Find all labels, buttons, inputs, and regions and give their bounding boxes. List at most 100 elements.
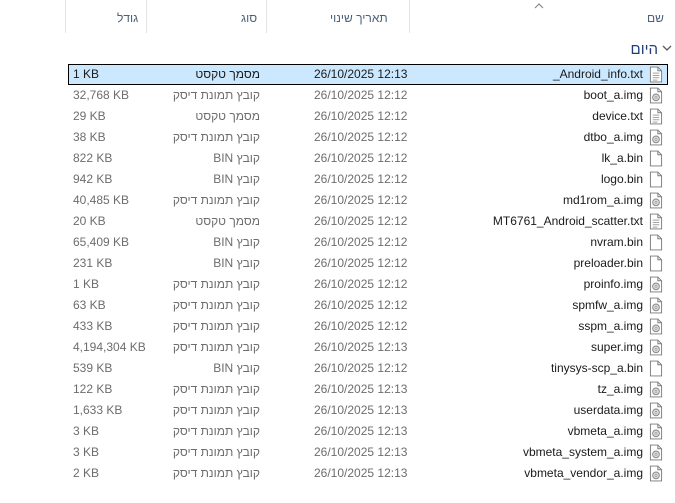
blank-file-icon <box>649 234 663 251</box>
column-header-date[interactable]: תאריך שינוי <box>330 0 388 33</box>
file-size: 822 KB <box>73 151 113 165</box>
file-name: preloader.bin <box>573 256 643 270</box>
file-date-modified: 26/10/2025 12:12 <box>314 88 408 102</box>
file-name: dtbo_a.img <box>583 130 643 144</box>
file-size: 433 KB <box>73 319 113 333</box>
file-date-modified: 26/10/2025 12:12 <box>314 109 408 123</box>
file-row[interactable]: 32,768 KB קובץ תמונת דיסק 26/10/2025 12:12… <box>68 85 668 106</box>
file-row[interactable]: 1 KB מסמך טקסט 26/10/2025 12:13 _Android_in… <box>68 64 668 85</box>
column-divider[interactable] <box>146 0 147 33</box>
file-size: 20 KB <box>73 214 106 228</box>
file-type: קובץ תמונת דיסק <box>172 88 260 102</box>
file-size: 122 KB <box>73 382 113 396</box>
file-date-modified: 26/10/2025 12:13 <box>314 445 408 459</box>
file-size: 3 KB <box>73 424 100 438</box>
file-date-modified: 26/10/2025 12:12 <box>314 235 408 249</box>
file-type: קובץ BIN <box>213 235 260 249</box>
file-date-modified: 26/10/2025 12:12 <box>314 319 408 333</box>
column-header-type[interactable]: סוג <box>241 0 257 33</box>
file-date-modified: 26/10/2025 12:13 <box>314 340 408 354</box>
file-type: קובץ תמונת דיסק <box>172 193 260 207</box>
file-row[interactable]: 63 KB קובץ תמונת דיסק 26/10/2025 12:12 spmf… <box>68 295 668 316</box>
column-divider[interactable] <box>409 0 410 33</box>
file-size: 3 KB <box>73 445 100 459</box>
file-row[interactable]: 65,409 KB קובץ BIN 26/10/2025 12:12 nvram.b… <box>68 232 668 253</box>
file-date-modified: 26/10/2025 12:12 <box>314 361 408 375</box>
disk-image-icon <box>649 276 663 293</box>
file-row[interactable]: 40,485 KB קובץ תמונת דיסק 26/10/2025 12:12… <box>68 190 668 211</box>
file-row[interactable]: 122 KB קובץ תמונת דיסק 26/10/2025 12:13 tz_… <box>68 379 668 400</box>
file-type: קובץ BIN <box>213 151 260 165</box>
file-name: super.img <box>590 340 643 354</box>
blank-file-icon <box>649 255 663 272</box>
file-name: lk_a.bin <box>601 151 643 165</box>
file-name: nvram.bin <box>590 235 643 249</box>
file-row[interactable]: 4,194,304 KB קובץ תמונת דיסק 26/10/2025 12… <box>68 337 668 358</box>
file-date-modified: 26/10/2025 12:12 <box>314 214 408 228</box>
file-size: 1 KB <box>73 67 100 81</box>
file-name: tz_a.img <box>597 382 643 396</box>
file-size: 65,409 KB <box>73 235 130 249</box>
file-name: boot_a.img <box>583 88 643 102</box>
file-date-modified: 26/10/2025 12:13 <box>314 403 408 417</box>
file-row[interactable]: 231 KB קובץ BIN 26/10/2025 12:12 preloader.… <box>68 253 668 274</box>
file-row[interactable]: 1 KB קובץ תמונת דיסק 26/10/2025 12:12 proin… <box>68 274 668 295</box>
file-type: מסמך טקסט <box>195 109 260 123</box>
file-date-modified: 26/10/2025 12:12 <box>314 130 408 144</box>
text-file-icon <box>649 108 663 125</box>
file-date-modified: 26/10/2025 12:13 <box>314 466 408 480</box>
file-type: קובץ BIN <box>213 256 260 270</box>
file-size: 4,194,304 KB <box>73 340 146 354</box>
file-date-modified: 26/10/2025 12:12 <box>314 277 408 291</box>
file-size: 1,633 KB <box>73 403 123 417</box>
file-type: קובץ תמונת דיסק <box>172 340 260 354</box>
file-date-modified: 26/10/2025 12:12 <box>314 193 408 207</box>
file-row[interactable]: 539 KB קובץ BIN 26/10/2025 12:12 tinysys-sc… <box>68 358 668 379</box>
file-type: קובץ תמונת דיסק <box>172 445 260 459</box>
blank-file-icon <box>649 150 663 167</box>
group-header-today[interactable]: היום <box>0 37 675 61</box>
disk-image-icon <box>649 381 663 398</box>
file-type: קובץ תמונת דיסק <box>172 298 260 312</box>
chevron-down-icon[interactable] <box>662 44 672 52</box>
file-name: userdata.img <box>573 403 643 417</box>
disk-image-icon <box>649 423 663 440</box>
file-size: 1 KB <box>73 277 100 291</box>
file-size: 231 KB <box>73 256 113 270</box>
file-name: md1rom_a.img <box>562 193 643 207</box>
file-type: קובץ תמונת דיסק <box>172 277 260 291</box>
file-name: vbmeta_system_a.img <box>522 445 643 459</box>
file-date-modified: 26/10/2025 12:12 <box>314 298 408 312</box>
file-row[interactable]: 1,633 KB קובץ תמונת דיסק 26/10/2025 12:13 u… <box>68 400 668 421</box>
file-type: קובץ BIN <box>213 361 260 375</box>
column-divider[interactable] <box>65 0 66 33</box>
file-size: 38 KB <box>73 130 106 144</box>
file-name: MT6761_Android_scatter.txt <box>492 214 643 228</box>
file-row[interactable]: 3 KB קובץ תמונת דיסק 26/10/2025 12:13 vbmet… <box>68 421 668 442</box>
column-header-name[interactable]: שם <box>647 0 664 33</box>
file-name: sspm_a.img <box>578 319 643 333</box>
disk-image-icon <box>649 318 663 335</box>
file-row[interactable]: 942 KB קובץ BIN 26/10/2025 12:12 logo.bin <box>68 169 668 190</box>
disk-image-icon <box>649 339 663 356</box>
file-size: 942 KB <box>73 172 113 186</box>
disk-image-icon <box>649 297 663 314</box>
file-row[interactable]: 20 KB מסמך טקסט 26/10/2025 12:12 MT6761_And… <box>68 211 668 232</box>
file-type: מסמך טקסט <box>195 214 260 228</box>
file-date-modified: 26/10/2025 12:12 <box>314 172 408 186</box>
column-divider[interactable] <box>266 0 267 33</box>
sort-ascending-icon <box>534 3 544 9</box>
disk-image-icon <box>649 444 663 461</box>
file-row[interactable]: 2 KB קובץ תמונת דיסק 26/10/2025 12:13 vbmet… <box>68 463 668 484</box>
file-row[interactable]: 822 KB קובץ BIN 26/10/2025 12:12 lk_a.bin <box>68 148 668 169</box>
file-row[interactable]: 433 KB קובץ תמונת דיסק 26/10/2025 12:12 ssp… <box>68 316 668 337</box>
file-type: קובץ תמונת דיסק <box>172 382 260 396</box>
file-row[interactable]: 29 KB מסמך טקסט 26/10/2025 12:12 device.txt <box>68 106 668 127</box>
file-row[interactable]: 3 KB קובץ תמונת דיסק 26/10/2025 12:13 vbmet… <box>68 442 668 463</box>
file-type: קובץ תמונת דיסק <box>172 403 260 417</box>
file-name: logo.bin <box>600 172 643 186</box>
file-row[interactable]: 38 KB קובץ תמונת דיסק 26/10/2025 12:12 dtbo… <box>68 127 668 148</box>
column-header-size[interactable]: גודל <box>117 0 138 33</box>
file-name: spmfw_a.img <box>572 298 643 312</box>
file-size: 40,485 KB <box>73 193 130 207</box>
